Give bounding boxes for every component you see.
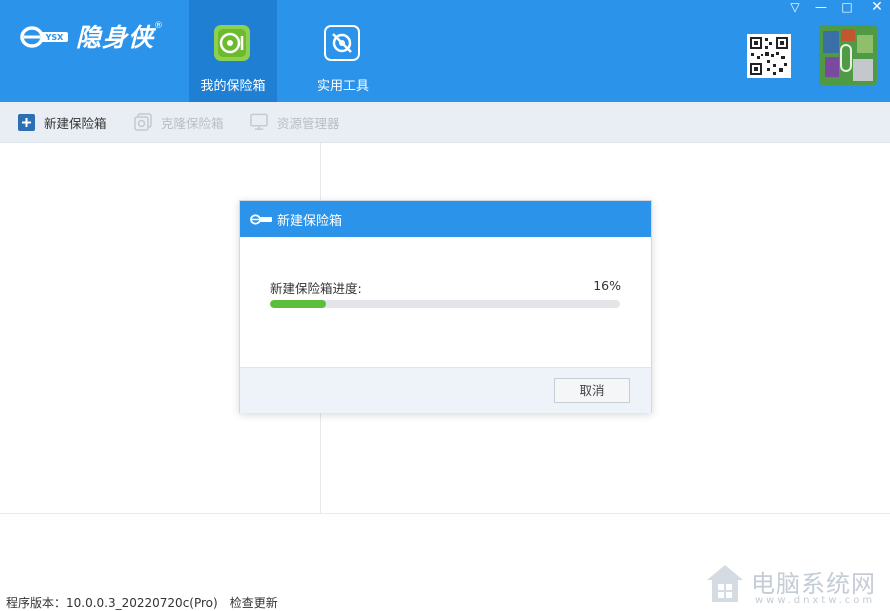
- version-text: 程序版本：10.0.0.3_20220720c(Pro): [6, 596, 218, 610]
- toolbar: 新建保险箱 克隆保险箱 资源管理器: [0, 102, 890, 143]
- qr-code-icon[interactable]: [747, 34, 791, 78]
- avatar[interactable]: [819, 25, 877, 85]
- app-name: 隐身侠: [76, 23, 155, 52]
- new-safe-label: 新建保险箱: [44, 115, 107, 131]
- tab-my-safe-label: 我的保险箱: [200, 79, 266, 94]
- cancel-button[interactable]: 取消: [554, 378, 630, 403]
- minimize-button[interactable]: —: [808, 0, 834, 14]
- clone-safe-button[interactable]: 克隆保险箱: [134, 102, 224, 142]
- dialog-body: 新建保险箱进度: 16%: [240, 237, 651, 367]
- progress-percent: 16%: [593, 278, 621, 293]
- ysx-logo-icon: YSX: [20, 26, 68, 48]
- progress-label: 新建保险箱进度:: [270, 281, 362, 296]
- tab-tools[interactable]: 实用工具: [299, 0, 387, 102]
- resource-manager-button[interactable]: 资源管理器: [250, 102, 340, 142]
- plus-icon: [17, 113, 35, 131]
- watermark: 电脑系统网 www.dnxtw.com: [705, 562, 885, 608]
- dialog-title: 新建保险箱: [277, 214, 343, 229]
- ysx-logo-icon: [250, 211, 272, 230]
- app-header: YSX 隐身侠 ® 我的保险箱 实用工具 ▽ — □ ✕: [0, 0, 890, 102]
- registered-mark: ®: [154, 21, 164, 31]
- dialog-title-bar[interactable]: 新建保险箱: [240, 201, 651, 237]
- resource-manager-label: 资源管理器: [277, 115, 340, 131]
- watermark-url: www.dnxtw.com: [755, 595, 876, 606]
- logo-badge-text: YSX: [45, 33, 65, 42]
- tab-tools-label: 实用工具: [316, 79, 369, 94]
- dropdown-menu-button[interactable]: ▽: [782, 0, 808, 14]
- tools-icon: [323, 24, 361, 62]
- tab-my-safe[interactable]: 我的保险箱: [189, 0, 277, 102]
- maximize-button[interactable]: □: [834, 0, 860, 14]
- house-icon: [707, 565, 743, 602]
- new-safe-dialog: 新建保险箱 新建保险箱进度: 16% 取消: [239, 200, 652, 413]
- monitor-icon: [250, 113, 268, 131]
- status-bar: 程序版本：10.0.0.3_20220720c(Pro) 检查更新: [6, 594, 278, 611]
- safe-icon: [213, 24, 251, 62]
- app-logo: YSX 隐身侠 ®: [20, 16, 163, 56]
- clone-safe-label: 克隆保险箱: [161, 115, 224, 131]
- progress-bar-fill: [270, 300, 326, 308]
- clone-icon: [134, 113, 152, 131]
- status-divider: [0, 513, 890, 514]
- check-update-link[interactable]: 检查更新: [230, 594, 278, 611]
- close-button[interactable]: ✕: [864, 0, 890, 14]
- dialog-footer: 取消: [240, 367, 651, 413]
- progress-bar: [270, 300, 620, 308]
- watermark-text: 电脑系统网: [751, 570, 876, 598]
- new-safe-button[interactable]: 新建保险箱: [17, 102, 107, 142]
